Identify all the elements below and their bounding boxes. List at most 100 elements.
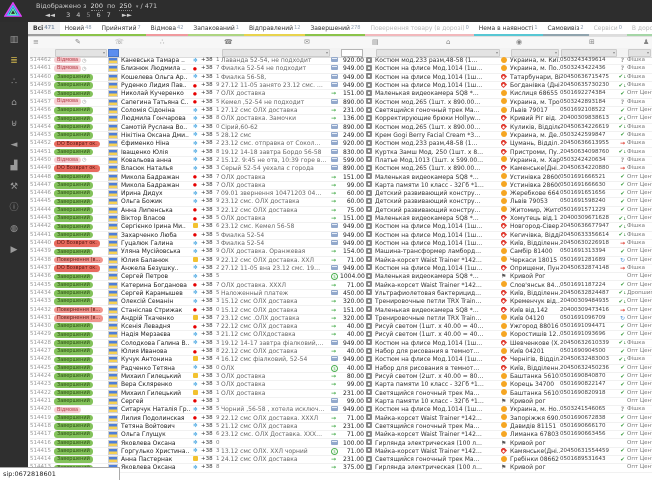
tab-Повернення товару (в дорозі)[interactable]: Повернення товару (в дорозі)0 [365, 22, 473, 36]
order-row[interactable]: 514434ЗавершенийСергей Карамышев✻+385Нал… [30, 290, 652, 298]
tracking-number[interactable]: 0501691598240 [560, 198, 618, 205]
order-row[interactable]: 514452DO Возврат ок.Єфименко Ніна✻+38223… [30, 140, 652, 148]
order-row[interactable]: 514458ЗавершенийНиколай Кучеренко●+387ОЛ… [30, 90, 652, 98]
sidebar-item-orders[interactable]: ≣ [0, 51, 28, 72]
order-row[interactable]: 514432Повернення (в...Станіслав Стрижак●… [30, 306, 652, 314]
order-row[interactable]: 514413ЗавершенийЯковлева Оксана✻+388→375… [30, 464, 652, 472]
order-row[interactable]: 514454ЗавершенийСамотій Руслана Во..✻+38… [30, 124, 652, 132]
order-row[interactable]: 514461Відмова◷Близнюк Людмила ..●+387Фиа… [30, 65, 652, 73]
tracking-number[interactable]: 0501690822147 [560, 381, 618, 388]
tracking-number[interactable]: 20400309838613 [560, 115, 618, 122]
page-link-5[interactable]: 5 [86, 11, 90, 19]
tracking-number[interactable]: 0501691651656 [560, 190, 618, 197]
status-filter-icon[interactable]: ≡ [33, 38, 39, 46]
order-row[interactable]: 514448ЗавершенийМикола Бадражан●+387ОЛХ … [30, 173, 652, 181]
tracking-number[interactable]: 0501691187224 [560, 282, 618, 289]
call-icon[interactable]: ☏ [115, 38, 124, 46]
order-row[interactable]: 514433ЗавершенийОлексій Семанін✻+38315.1… [30, 298, 652, 306]
tracking-icon[interactable]: ⊞ [589, 38, 595, 46]
order-row[interactable]: 514429ЗавершенийНадія Мерзаєва✻+38321.12… [30, 331, 652, 339]
page-link-4[interactable]: 4 [76, 11, 80, 19]
tracking-number[interactable]: 0503243439614 [560, 57, 618, 64]
tracking-number[interactable]: 0501691093696 [560, 331, 618, 338]
sidebar-item-video[interactable]: ▶ [0, 240, 28, 261]
product-filter-dropdown[interactable]: ▾ [376, 49, 500, 57]
tab-Відправлений[interactable]: Відправлений12 [244, 22, 306, 36]
tracking-number[interactable]: 20450632450236 [560, 365, 618, 372]
order-row[interactable]: 514455ЗавершенийЛюдмила Гончарова✻+388ОЛ… [30, 115, 652, 123]
order-row[interactable]: 514441ЗавершенийЗахарченко Люба●+385Фиал… [30, 232, 652, 240]
tracking-number[interactable]: 20450632874148 [560, 265, 618, 272]
order-row[interactable]: 514442ЗавершенийСергієнко Ірина Ми..+386… [30, 223, 652, 231]
tracking-number[interactable]: 20450636715475 [560, 74, 618, 81]
tracking-number[interactable]: 0503243422436 [560, 65, 618, 72]
city-filter-dropdown[interactable]: ▾ [511, 49, 559, 57]
amount-filter-input[interactable] [341, 49, 363, 57]
tracking-number[interactable]: 0501690663456 [560, 431, 618, 438]
tab-Запакований[interactable]: Запакований1 [188, 22, 244, 36]
order-row[interactable]: 514437DO Возврат ок.Анжела Безушку..✻+38… [30, 265, 652, 273]
tracking-number[interactable]: 20450632824487 [560, 290, 618, 297]
tracking-number[interactable]: 0501690672838 [560, 415, 618, 422]
last-page-button[interactable]: ►► [122, 11, 132, 19]
order-row[interactable]: 514453ЗавершенийНікітіна Оксана Дми..✻+3… [30, 132, 652, 140]
order-row[interactable]: 514449DO Возврат ок.Власюк Наталья✻+383С… [30, 165, 652, 173]
tracking-number[interactable]: 0501690666170 [560, 423, 618, 430]
order-row[interactable]: 514444ЗавершенийАнна Липенська●+38322.12… [30, 207, 652, 215]
tracking-number[interactable]: 0501691666521 [560, 174, 618, 181]
tracking-number[interactable]: 20450630226918 [560, 240, 618, 247]
tab-Всі[interactable]: Всі471 [28, 22, 60, 36]
manager-icon[interactable]: ♟ [643, 38, 649, 46]
order-row[interactable]: 514459ЗавершенийРуденко Лидия Пав..●+389… [30, 82, 652, 90]
tracking-number[interactable]: 0503242599847 [560, 132, 618, 139]
tracking-number[interactable]: 20450636677947 [560, 223, 618, 230]
tracking-number[interactable]: 20450635730230 [560, 82, 618, 89]
phone-icon[interactable]: ☎ [224, 38, 233, 46]
order-row[interactable]: 514415ЗавершенийГоргулько Христина..✻+38… [30, 448, 652, 456]
order-row[interactable]: 514462Відмова◷Каневська Тамара ..✻+381Ла… [30, 57, 652, 65]
order-row[interactable]: 514426ЗавершенийКучук Антонина+38416.12 … [30, 356, 652, 364]
tracking-number[interactable]: 0503241546065 [560, 406, 618, 413]
tab-Самовивіз[interactable]: Самовивіз2 [543, 22, 589, 36]
country-filter-dropdown[interactable] [108, 49, 119, 57]
page-link-7[interactable]: 7 [107, 11, 111, 19]
tracking-number[interactable]: 0503242893184 [560, 99, 618, 106]
page-link-3[interactable]: 3 [66, 11, 70, 19]
order-row[interactable]: 514417ЗавершенийОльга Глущук✻+38623.12 с… [30, 431, 652, 439]
order-row[interactable]: 514445ЗавершенийОльга Божик✻+38923.12 см… [30, 198, 652, 206]
order-row[interactable]: 514424ЗавершенийМихаил Гилецький+383ОЛХ … [30, 373, 652, 381]
tracking-number[interactable]: 0501691281689 [560, 257, 618, 264]
tracking-number[interactable]: 0501691094471 [560, 323, 618, 330]
tab-Сервіси[interactable]: Сервіси0 [589, 22, 627, 36]
sidebar-item-statistics[interactable]: ▟ [0, 156, 28, 177]
tracking-number[interactable]: 0501689531643 [560, 456, 618, 463]
sidebar-item-settings[interactable]: ⚒ [0, 177, 28, 198]
channel-filter-dropdown[interactable]: ▾ [628, 49, 651, 57]
edit-icon[interactable]: ✎ [75, 38, 81, 46]
sidebar-item-info[interactable]: ⓘ [0, 198, 28, 219]
tracking-number[interactable]: 20450632610339 [560, 340, 618, 347]
tab-Новий[interactable]: Новий48 [60, 22, 97, 36]
status-filter-dropdown[interactable]: ▾ [55, 49, 107, 57]
order-row[interactable]: 514456ЗавершенийСоломія Сідоніна✻+38127.… [30, 107, 652, 115]
order-row[interactable]: 514425ЗавершенийРадченко Тетяна✻+380ОЛХ$… [30, 365, 652, 373]
order-row[interactable]: 514443ЗавершенийВіктор Власов●+385ОЛХ до… [30, 215, 652, 223]
tab-Завершений[interactable]: Завершений278 [305, 22, 365, 36]
order-row[interactable]: 514419ЗавершенийЛилия Подолинская●+38922… [30, 414, 652, 422]
tracking-number[interactable]: 20400309473416 [560, 307, 618, 314]
order-row[interactable]: 514422ЗавершенийМихаил Гилецький+381ОЛХ … [30, 390, 652, 398]
page-link-6[interactable]: 6 [97, 11, 101, 19]
sidebar-item-marketing[interactable]: ◄ [0, 135, 28, 156]
order-row[interactable]: 514416ЗавершенийЯковлева Оксана✻+380100.… [30, 439, 652, 447]
order-row[interactable]: 514427ЗавершенийЮлия Иванова●+38822.12 с… [30, 348, 652, 356]
clients-icon[interactable]: ∴ [160, 38, 164, 46]
order-row[interactable]: 514423ЗавершенийВера Скляренко✻+383ОЛХ д… [30, 381, 652, 389]
order-row[interactable]: 514430ЗавершенийКсенія Левадня●+38722.12… [30, 323, 652, 331]
comment-filter-dropdown[interactable]: ▾ [222, 49, 330, 57]
tracking-number[interactable]: 20400309484935 [560, 298, 618, 305]
order-row[interactable]: 514446ЗавершенийИрина Дидух✻+38709.01 зв… [30, 190, 652, 198]
tracking-number[interactable]: 20450632483003 [560, 356, 618, 363]
order-row[interactable]: 514451ЗавершенийІващенко Юлія✻+38819.12 … [30, 148, 652, 156]
first-page-button[interactable]: ◄◄ [45, 11, 55, 19]
tracking-number[interactable]: 0501692108522 [560, 107, 618, 114]
